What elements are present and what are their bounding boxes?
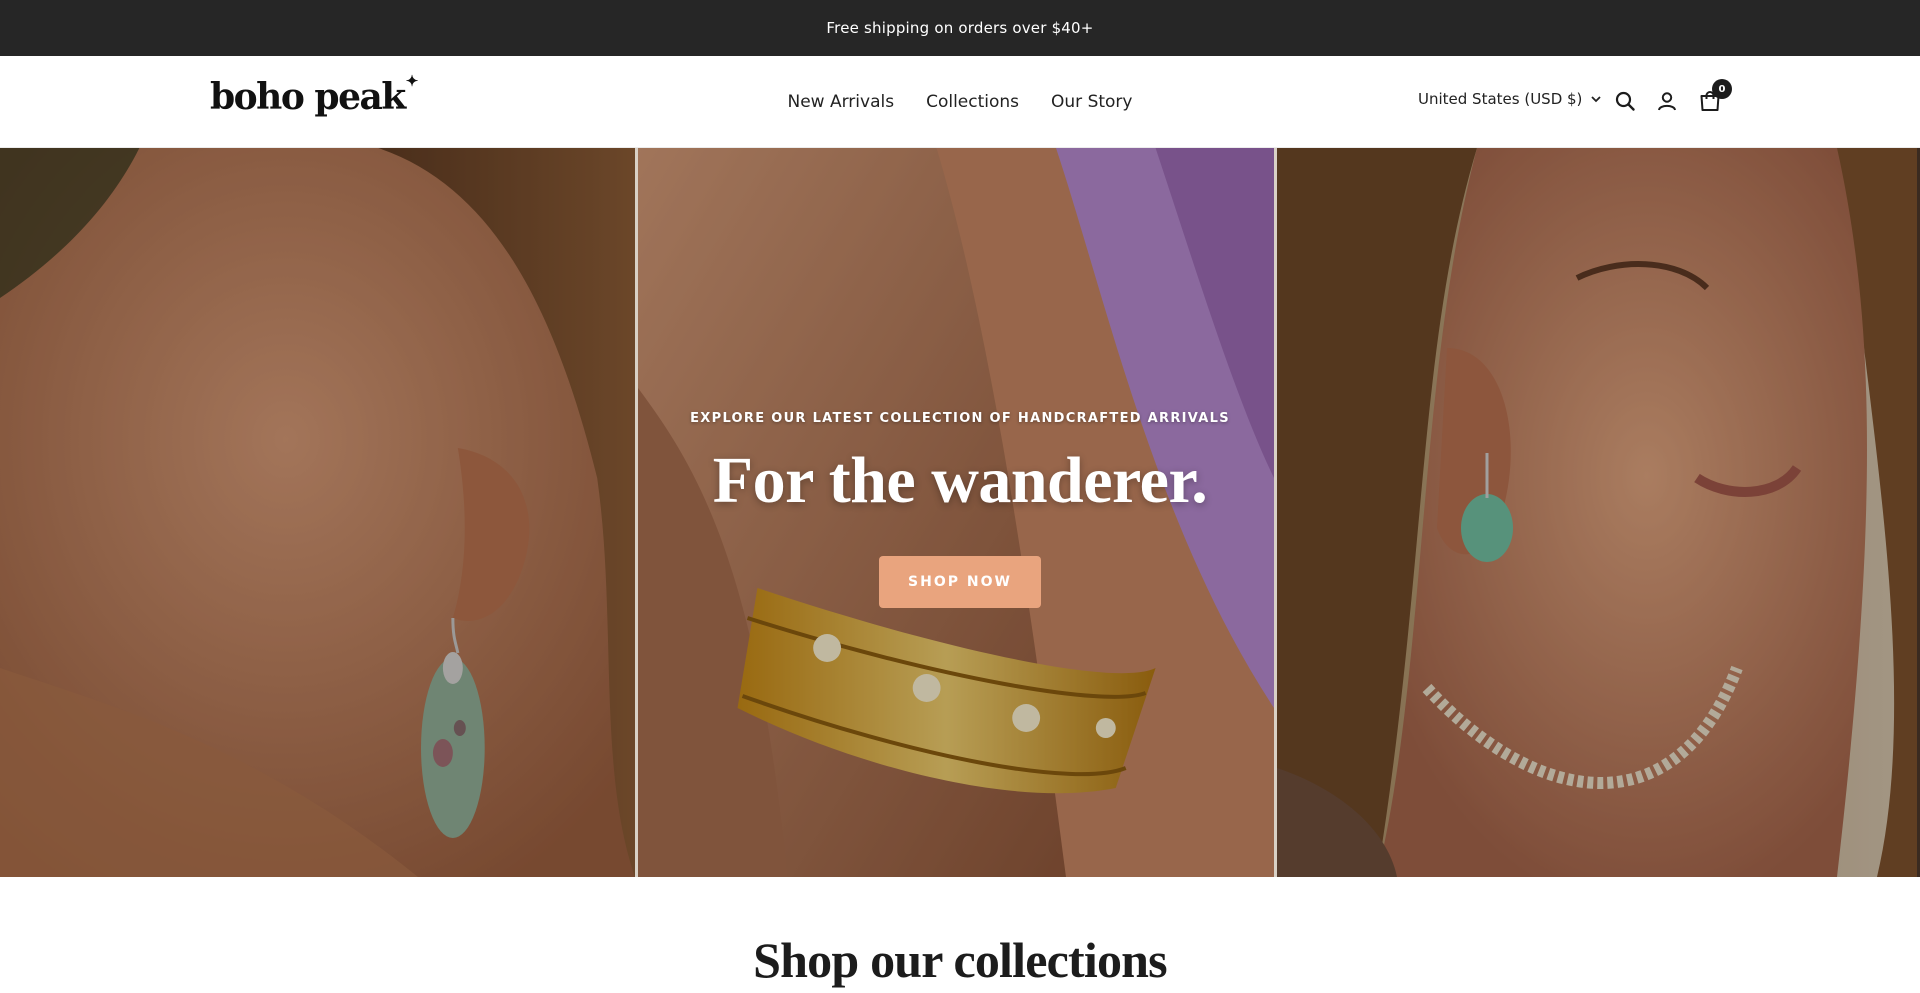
chevron-down-icon <box>1591 96 1602 103</box>
account-button[interactable] <box>1655 89 1679 113</box>
announcement-text: Free shipping on orders over $40+ <box>826 19 1094 37</box>
cart-button[interactable]: 0 <box>1698 79 1732 113</box>
nav-new-arrivals[interactable]: New Arrivals <box>788 92 895 112</box>
hero-image-earring-profile <box>0 148 638 877</box>
logo-text: boho peak <box>210 76 406 118</box>
hero-banner: EXPLORE OUR LATEST COLLECTION OF HANDCRA… <box>0 148 1920 877</box>
logo[interactable]: boho peak ✦ <box>210 72 418 118</box>
announcement-bar: Free shipping on orders over $40+ <box>0 0 1920 56</box>
hero-image-necklace <box>1277 148 1917 877</box>
hero-image-ring <box>638 148 1277 877</box>
hero-overlay <box>638 148 1274 877</box>
nav-collections[interactable]: Collections <box>926 92 1019 112</box>
cart-count-badge: 0 <box>1712 79 1732 99</box>
account-icon <box>1658 92 1676 111</box>
locale-label: United States (USD $) <box>1418 90 1583 108</box>
shop-now-button[interactable]: SHOP NOW <box>879 556 1041 608</box>
search-button[interactable] <box>1613 89 1637 113</box>
search-icon <box>1615 91 1635 111</box>
logo-sparkle-icon: ✦ <box>405 72 419 90</box>
collections-heading: Shop our collections <box>753 932 1168 988</box>
hero-overlay <box>0 148 635 877</box>
site-header: boho peak ✦ New Arrivals Collections Our… <box>0 56 1920 148</box>
country-currency-selector[interactable]: United States (USD $) <box>1418 90 1602 108</box>
hero-overlay <box>1277 148 1917 877</box>
nav-our-story[interactable]: Our Story <box>1051 92 1132 112</box>
